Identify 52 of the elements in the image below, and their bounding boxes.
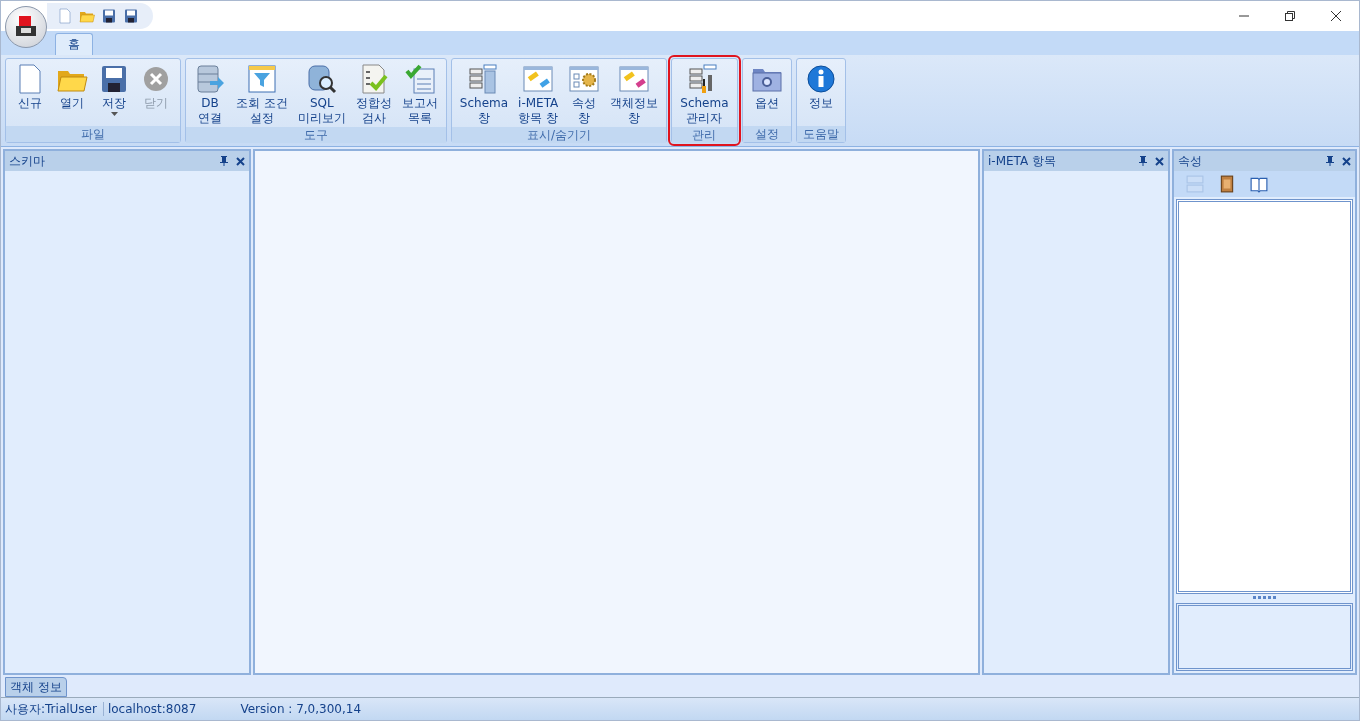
status-text: localhost:8087 (102, 702, 237, 716)
panel-title: 속성 (1178, 152, 1203, 170)
pin-icon[interactable] (1326, 156, 1334, 166)
close-icon[interactable] (236, 156, 245, 166)
group-label: 도구 (186, 127, 446, 143)
bottom-tab[interactable]: 객체 정보 (5, 677, 67, 697)
window-tags-icon (618, 63, 651, 95)
ribbon-button[interactable]: 저장 (93, 61, 135, 126)
splitter-grip[interactable] (1253, 596, 1276, 599)
ribbon-button[interactable]: 신규 (9, 61, 51, 126)
group-label: 파일 (6, 126, 180, 142)
document-icon (57, 8, 73, 24)
report-check-icon (403, 63, 436, 95)
schema-diagram-icon (467, 63, 500, 95)
ribbon-button[interactable]: Schema 관리자 (675, 61, 734, 127)
ribbon-button[interactable]: DB 연결 (189, 61, 231, 127)
restore-icon (1285, 11, 1295, 21)
ribbon-button[interactable]: 속성 창 (563, 61, 606, 127)
pin-icon[interactable] (1139, 156, 1147, 166)
pin-icon[interactable] (220, 156, 228, 166)
ribbon-button[interactable]: Schema 창 (454, 61, 514, 127)
ribbon-button[interactable]: 정합성 검사 (350, 61, 397, 127)
panel-title: 스키마 (9, 152, 46, 170)
group-label: 도움말 (796, 126, 845, 142)
ribbon-button[interactable]: 옵션 (745, 61, 788, 126)
ribbon-button[interactable]: 보고서 목록 (396, 61, 443, 127)
property-grid-icon (1186, 175, 1204, 193)
ribbon-button[interactable]: SQL 미리보기 (292, 61, 351, 127)
close-icon[interactable] (1155, 156, 1164, 166)
group-label: 설정 (742, 126, 791, 142)
book-icon (1218, 175, 1236, 193)
close-icon[interactable] (1342, 156, 1351, 166)
group-label: 관리 (672, 127, 737, 143)
ribbon-button[interactable]: 조회 조건 설정 (231, 61, 293, 127)
ribbon-tab[interactable]: 홈 (55, 33, 93, 55)
open-book-icon (1250, 175, 1268, 193)
group-label: 표시/숨기기 (451, 127, 667, 143)
info-icon (804, 63, 837, 95)
database-arrow-icon (194, 63, 226, 95)
database-search-icon (305, 63, 338, 95)
close-icon (1331, 11, 1341, 21)
status-text: Version : 7,0,300,14 (239, 702, 363, 716)
ribbon-button[interactable]: 객체정보 창 (605, 61, 664, 127)
ribbon-button[interactable]: 정보 (799, 61, 842, 126)
table-filter-icon (245, 63, 278, 95)
ribbon-button[interactable]: 열기 (51, 61, 93, 126)
app-menu-button[interactable] (5, 6, 47, 48)
window-gear-icon (568, 63, 601, 95)
ribbon-button[interactable]: i-META 항목 창 (513, 61, 564, 127)
status-text: 사용자:TrialUser (4, 700, 98, 718)
window-tags-icon (522, 63, 555, 95)
panel-title: i-META 항목 (988, 152, 1058, 170)
